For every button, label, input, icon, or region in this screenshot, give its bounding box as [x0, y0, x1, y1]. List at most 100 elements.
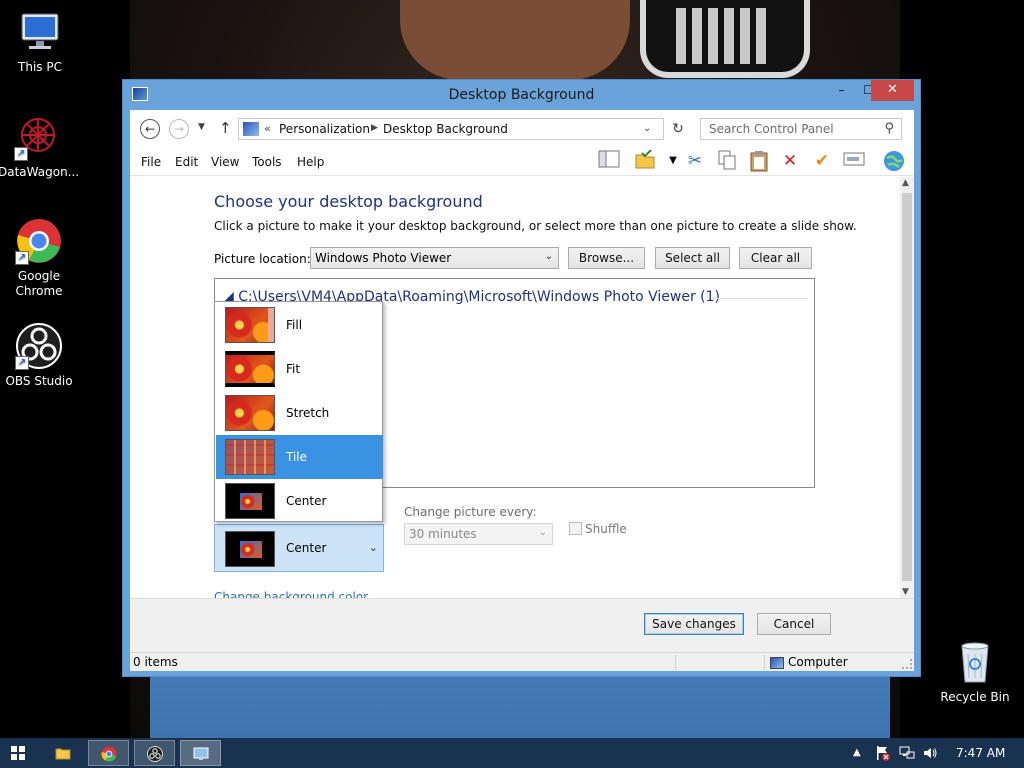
menu-bar: File Edit View Tools Help ▼ ✂ ✕ ✔ [130, 146, 914, 176]
clear-all-button[interactable]: Clear all [739, 247, 812, 269]
picture-position-combo[interactable]: Center ⌄ [214, 524, 384, 572]
resize-grip[interactable] [902, 659, 912, 669]
minimize-button[interactable]: – [828, 80, 855, 101]
file-explorer-icon [55, 748, 71, 760]
checkbox-box[interactable] [569, 522, 582, 535]
action-center-flag-icon[interactable] [874, 745, 890, 764]
breadcrumb-personalization[interactable]: Personalization [279, 122, 370, 136]
search-input[interactable] [701, 119, 877, 139]
rename-icon[interactable] [841, 150, 867, 172]
taskbar-control-panel[interactable] [180, 740, 221, 766]
position-option-fill[interactable]: Fill [216, 303, 383, 347]
position-option-tile[interactable]: Tile [216, 435, 383, 479]
search-icon[interactable]: ⚲ [884, 121, 894, 136]
menu-file[interactable]: File [141, 155, 161, 169]
obs-icon: ↗ [15, 322, 63, 370]
breadcrumb-separator-icon[interactable]: ▶ [371, 123, 378, 133]
desktop-icon-label: This PC [18, 60, 62, 74]
desktop-icon-obs[interactable]: ↗ OBS Studio [0, 322, 79, 389]
desktop-icon-recycle-bin[interactable]: Recycle Bin [935, 638, 1015, 705]
fill-thumbnail [225, 307, 275, 343]
shuffle-label: Shuffle [585, 522, 627, 536]
up-button[interactable]: ↑ [219, 119, 232, 137]
properties-check-icon[interactable]: ✔ [809, 150, 835, 172]
select-all-button[interactable]: Select all [655, 247, 730, 269]
cut-icon[interactable]: ✂ [682, 150, 708, 172]
start-button[interactable] [0, 738, 38, 768]
scroll-up-icon[interactable]: ▲ [902, 178, 909, 188]
change-interval-select[interactable]: 30 minutes ⌄ [404, 523, 553, 545]
desktop-icon-this-pc[interactable]: This PC [0, 8, 80, 75]
position-option-center[interactable]: Center [216, 479, 383, 523]
taskbar-chrome[interactable] [88, 740, 129, 766]
footer-bar: Save changes Cancel [130, 598, 914, 652]
scroll-down-icon[interactable]: ▼ [902, 587, 909, 597]
browse-button[interactable]: Browse... [568, 247, 645, 269]
recent-locations-dropdown[interactable]: ▼ [198, 122, 205, 132]
paste-icon[interactable] [746, 150, 772, 172]
recycle-bin-icon [951, 638, 999, 686]
menu-help[interactable]: Help [297, 155, 324, 169]
taskbar-obs[interactable] [134, 740, 175, 766]
status-computer: Computer [788, 655, 848, 669]
position-option-fit[interactable]: Fit [216, 347, 383, 391]
folder-options-icon[interactable] [632, 149, 658, 172]
forward-button[interactable]: → [169, 119, 189, 139]
desktop-icon-label: Google Chrome [15, 269, 63, 298]
delete-icon[interactable]: ✕ [777, 150, 803, 172]
close-button[interactable]: ✕ [871, 80, 914, 101]
desktop-icon-chrome[interactable]: ↗ Google Chrome [0, 217, 79, 299]
window-title: Desktop Background [448, 87, 595, 103]
shuffle-checkbox[interactable]: Shuffle [569, 522, 627, 536]
windows-logo-icon [11, 746, 25, 760]
menu-tools[interactable]: Tools [252, 155, 282, 169]
taskbar-file-explorer[interactable] [43, 740, 84, 766]
option-label: Tile [286, 450, 308, 464]
save-changes-button[interactable]: Save changes [644, 613, 744, 635]
copy-icon[interactable] [714, 150, 740, 172]
address-bar[interactable]: « Personalization ▶ Desktop Background ⌄ [238, 118, 664, 140]
desktop-icon-label: Recycle Bin [940, 690, 1010, 704]
network-icon[interactable] [899, 745, 915, 764]
cancel-button[interactable]: Cancel [757, 613, 831, 635]
picture-location-label: Picture location: [214, 252, 311, 266]
picture-position-dropdown: Fill Fit Stretch Tile Center [214, 301, 383, 522]
shortcut-arrow-icon: ↗ [14, 147, 28, 161]
page-description: Click a picture to make it your desktop … [214, 219, 857, 233]
tray-overflow-icon[interactable]: ▲ [853, 747, 861, 758]
chrome-icon: ↗ [15, 217, 63, 265]
back-button[interactable]: ← [140, 119, 160, 139]
datawagon-icon: ↗ [14, 113, 62, 161]
menu-edit[interactable]: Edit [175, 155, 198, 169]
wallpaper-device [640, 0, 810, 78]
volume-icon[interactable] [922, 745, 938, 764]
chrome-icon [101, 746, 117, 762]
search-box[interactable]: ⚲ [700, 118, 902, 140]
center-thumbnail [225, 483, 275, 519]
position-option-stretch[interactable]: Stretch [216, 391, 383, 435]
computer-icon [770, 657, 784, 669]
globe-icon[interactable] [881, 150, 907, 172]
scroll-thumb[interactable] [902, 193, 912, 581]
desktop-icon-label: OBS Studio [5, 374, 73, 388]
vertical-scrollbar[interactable]: ▲ ▼ [900, 177, 914, 598]
fit-thumbnail [225, 351, 275, 387]
menu-view[interactable]: View [211, 155, 239, 169]
title-bar[interactable]: Desktop Background – ☐ ✕ [123, 80, 920, 110]
layout-pane-icon[interactable] [596, 150, 622, 172]
option-label: Fill [286, 318, 303, 332]
desktop-icon-datawagon[interactable]: ↗ DataWagon... [0, 113, 79, 180]
chevron-down-icon: ⌄ [544, 251, 553, 262]
picture-location-select[interactable]: Windows Photo Viewer ⌄ [310, 247, 559, 269]
obs-icon [147, 746, 163, 762]
control-panel-icon [193, 747, 209, 760]
shortcut-arrow-icon: ↗ [15, 356, 29, 370]
option-label: Stretch [286, 406, 330, 420]
chevron-down-icon[interactable]: ⌄ [643, 123, 651, 134]
breadcrumb-overflow[interactable]: « [264, 122, 271, 135]
breadcrumb-desktop-background[interactable]: Desktop Background [383, 122, 508, 136]
taskbar: ▲ 7:47 AM [0, 738, 1024, 768]
change-background-color-link[interactable]: Change background color [214, 590, 368, 598]
taskbar-clock[interactable]: 7:47 AM [956, 746, 1005, 760]
refresh-button[interactable]: ↻ [668, 118, 688, 140]
